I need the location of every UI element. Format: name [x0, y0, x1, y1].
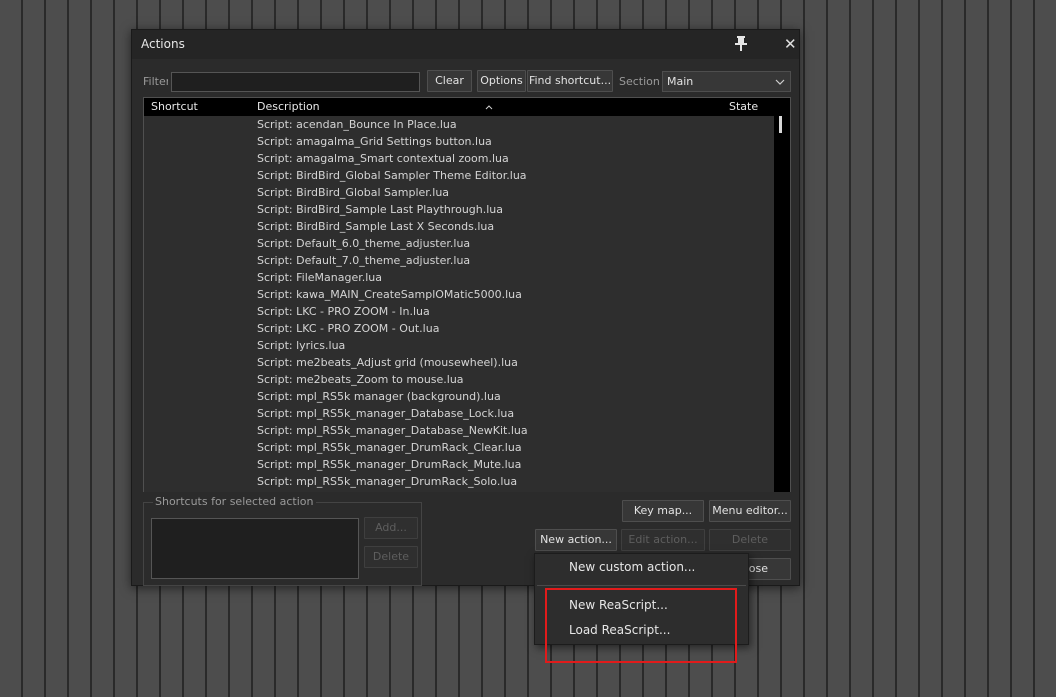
list-item[interactable]: Script: Default_7.0_theme_adjuster.lua	[144, 252, 774, 269]
list-item-description: Script: mpl_RS5k_manager_DrumRack_Mute.l…	[257, 458, 522, 471]
list-item-description: Script: mpl_RS5k_manager_DrumRack_Solo.l…	[257, 475, 518, 488]
add-shortcut-button[interactable]: Add...	[364, 517, 418, 539]
list-item-description: Script: FileManager.lua	[257, 271, 382, 284]
list-item-description: Script: lyrics.lua	[257, 339, 346, 352]
menu-item-new-custom-action[interactable]: New custom action...	[569, 560, 695, 574]
pin-icon[interactable]	[733, 34, 749, 52]
delete-shortcut-button[interactable]: Delete	[364, 546, 418, 568]
shortcuts-group-title: Shortcuts for selected action	[153, 495, 316, 508]
column-header-shortcut[interactable]: Shortcut	[151, 100, 198, 113]
list-item-description: Script: LKC - PRO ZOOM - In.lua	[257, 305, 430, 318]
filter-label: Filter	[143, 75, 168, 88]
list-item-description: Script: amagalma_Grid Settings button.lu…	[257, 135, 492, 148]
list-item[interactable]: Script: BirdBird_Sample Last Playthrough…	[144, 201, 774, 218]
list-item-description: Script: me2beats_Adjust grid (mousewheel…	[257, 356, 518, 369]
list-item-description: Script: mpl_RS5k_manager_DrumRack_Clear.…	[257, 441, 522, 454]
list-item[interactable]: Script: mpl_RS5k_manager_DrumRack_Clear.…	[144, 439, 774, 456]
title-bar[interactable]: Actions ✕	[132, 30, 799, 59]
list-item[interactable]: Script: BirdBird_Global Sampler.lua	[144, 184, 774, 201]
window-title: Actions	[141, 37, 185, 51]
list-item[interactable]: Script: mpl_RS5k_manager_DrumRack_Mute.l…	[144, 456, 774, 473]
list-item-description: Script: BirdBird_Sample Last Playthrough…	[257, 203, 504, 216]
actions-list[interactable]: Shortcut Description State Script: acend…	[143, 97, 791, 492]
column-header-description[interactable]: Description	[257, 100, 320, 113]
list-item[interactable]: Script: amagalma_Smart contextual zoom.l…	[144, 150, 774, 167]
list-item[interactable]: Script: acendan_Bounce In Place.lua	[144, 116, 774, 133]
list-item-description: Script: me2beats_Zoom to mouse.lua	[257, 373, 464, 386]
list-item[interactable]: Script: kawa_MAIN_CreateSamplOMatic5000.…	[144, 286, 774, 303]
options-button[interactable]: Options	[477, 70, 526, 92]
section-label: Section	[619, 75, 660, 88]
list-item[interactable]: Script: Default_6.0_theme_adjuster.lua	[144, 235, 774, 252]
close-icon[interactable]: ✕	[784, 35, 797, 53]
list-item-description: Script: mpl_RS5k manager (background).lu…	[257, 390, 501, 403]
clear-button[interactable]: Clear	[427, 70, 472, 92]
scrollbar[interactable]	[774, 116, 790, 492]
list-item-description: Script: amagalma_Smart contextual zoom.l…	[257, 152, 509, 165]
list-item[interactable]: Script: lyrics.lua	[144, 337, 774, 354]
list-item[interactable]: Script: mpl_RS5k manager (background).lu…	[144, 388, 774, 405]
section-select[interactable]: Main	[662, 71, 791, 92]
list-item[interactable]: Script: FileManager.lua	[144, 269, 774, 286]
filter-input[interactable]	[171, 72, 420, 92]
list-rows: Script: acendan_Bounce In Place.lua Scrip…	[144, 116, 774, 492]
key-map-button[interactable]: Key map...	[622, 500, 704, 522]
actions-window: Actions ✕ Filter Clear Options Find shor…	[131, 29, 800, 586]
shortcuts-listbox[interactable]	[151, 518, 359, 579]
list-item[interactable]: Script: LKC - PRO ZOOM - In.lua	[144, 303, 774, 320]
list-item-description: Script: LKC - PRO ZOOM - Out.lua	[257, 322, 440, 335]
list-item-description: Script: mpl_RS5k_manager_Database_NewKit…	[257, 424, 528, 437]
highlight-box	[545, 588, 737, 663]
list-item[interactable]: Script: BirdBird_Global Sampler Theme Ed…	[144, 167, 774, 184]
list-item[interactable]: Script: BirdBird_Sample Last X Seconds.l…	[144, 218, 774, 235]
sort-caret-icon	[485, 105, 493, 110]
list-item[interactable]: Script: mpl_RS5k_manager_Database_Lock.l…	[144, 405, 774, 422]
list-item[interactable]: Script: mpl_RS5k_manager_DrumRack_Solo.l…	[144, 473, 774, 490]
list-item[interactable]: Script: amagalma_Grid Settings button.lu…	[144, 133, 774, 150]
section-value: Main	[667, 75, 694, 88]
find-shortcut-button[interactable]: Find shortcut...	[527, 70, 613, 92]
list-item-description: Script: BirdBird_Sample Last X Seconds.l…	[257, 220, 495, 233]
list-header: Shortcut Description State	[144, 98, 790, 116]
shortcuts-group: Shortcuts for selected action Add... Del…	[143, 495, 422, 586]
menu-editor-button[interactable]: Menu editor...	[709, 500, 791, 522]
list-item[interactable]: Script: mpl_RS5k_manager_Database_NewKit…	[144, 422, 774, 439]
list-item-description: Script: acendan_Bounce In Place.lua	[257, 118, 457, 131]
list-item[interactable]: Script: LKC - PRO ZOOM - Out.lua	[144, 320, 774, 337]
new-action-button[interactable]: New action...	[535, 529, 617, 551]
list-item-description: Script: BirdBird_Global Sampler Theme Ed…	[257, 169, 527, 182]
list-item-description: Script: Default_7.0_theme_adjuster.lua	[257, 254, 471, 267]
edit-action-button[interactable]: Edit action...	[621, 529, 705, 551]
list-item-description: Script: mpl_RS5k_manager_Database_Lock.l…	[257, 407, 515, 420]
delete-action-button[interactable]: Delete	[709, 529, 791, 551]
scrollbar-thumb[interactable]	[779, 116, 782, 133]
list-item[interactable]: Script: me2beats_Adjust grid (mousewheel…	[144, 354, 774, 371]
chevron-down-icon	[775, 79, 785, 85]
list-item-description: Script: Default_6.0_theme_adjuster.lua	[257, 237, 471, 250]
column-header-state[interactable]: State	[729, 100, 758, 113]
menu-separator	[537, 585, 746, 586]
list-item-description: Script: BirdBird_Global Sampler.lua	[257, 186, 450, 199]
list-item[interactable]: Script: me2beats_Zoom to mouse.lua	[144, 371, 774, 388]
list-item-description: Script: kawa_MAIN_CreateSamplOMatic5000.…	[257, 288, 522, 301]
